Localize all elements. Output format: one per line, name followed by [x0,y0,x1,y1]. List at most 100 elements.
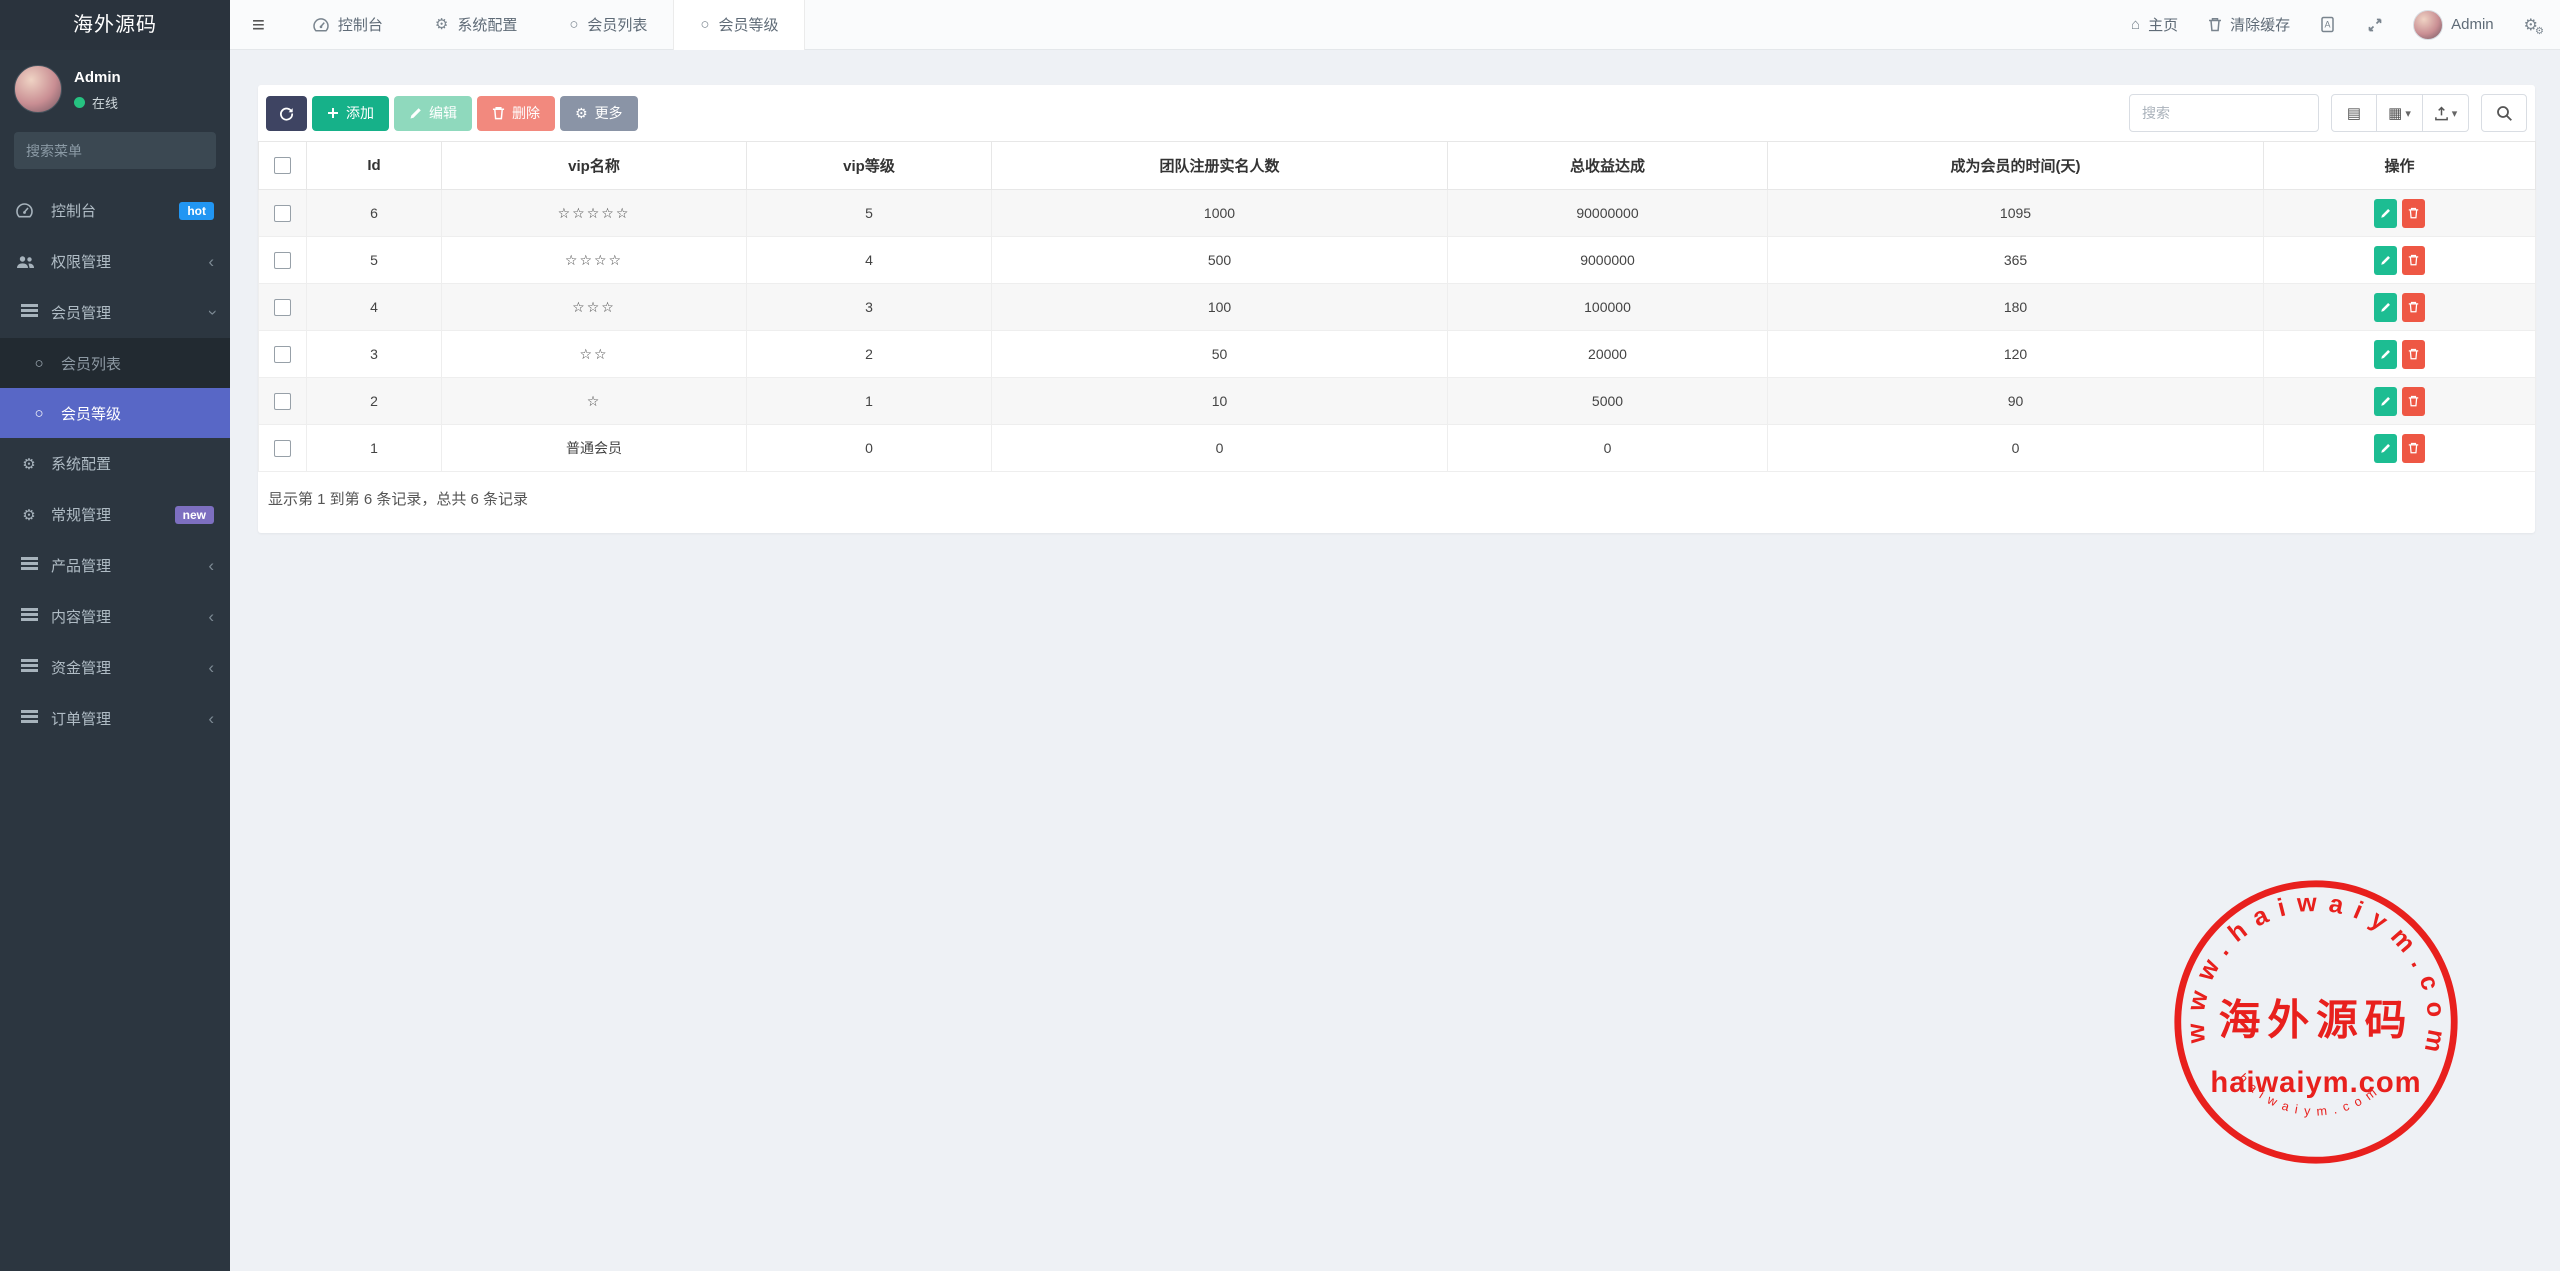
sidebar-item-members[interactable]: 会员管理 ‹ [0,287,230,338]
sidebar-item-permissions[interactable]: 权限管理 ‹ [0,236,230,287]
member-levels-table: Id vip名称 vip等级 团队注册实名人数 总收益达成 成为会员的时间(天)… [258,141,2536,472]
sidebar-item-dashboard[interactable]: 控制台 hot [0,185,230,236]
row-checkbox[interactable] [274,205,291,222]
sidebar-item-label: 资金管理 [51,657,111,678]
header-checkbox-cell [259,142,307,190]
tab-member-levels[interactable]: ○ 会员等级 [673,0,805,50]
trash-icon [2408,254,2419,266]
table-row: 1 普通会员 0 0 0 0 [259,425,2536,472]
pencil-icon [2380,349,2391,360]
sidebar-item-member-levels[interactable]: ○ 会员等级 [0,388,230,438]
row-delete-button[interactable] [2402,199,2425,228]
row-delete-button[interactable] [2402,434,2425,463]
row-checkbox[interactable] [274,299,291,316]
tab-label: 系统配置 [457,14,517,35]
search-submit-button[interactable] [2481,94,2527,132]
sidebar-item-label: 权限管理 [51,251,111,272]
row-checkbox[interactable] [274,393,291,410]
add-button[interactable]: 添加 [312,96,389,131]
sidebar-item-label: 会员等级 [61,403,121,424]
row-delete-button[interactable] [2402,387,2425,416]
hamburger-icon[interactable]: ≡ [230,12,287,38]
edit-button[interactable]: 编辑 [394,96,472,131]
svg-text:A: A [2325,20,2331,30]
sidebar: 海外源码 Admin 在线 控制台 h [0,0,230,1271]
column-header: vip名称 [442,142,747,190]
row-edit-button[interactable] [2374,199,2397,228]
user-menu[interactable]: Admin [2413,10,2494,40]
gear-icon: ⚙ [16,455,42,473]
fullscreen-icon[interactable] [2367,17,2383,33]
user-name: Admin [74,69,121,86]
column-header: 总收益达成 [1448,142,1768,190]
pagination-summary: 显示第 1 到第 6 条记录，总共 6 条记录 [258,472,2535,511]
column-header: Id [307,142,442,190]
refresh-button[interactable] [266,96,307,131]
sidebar-item-products[interactable]: 产品管理 ‹ [0,540,230,591]
row-checkbox[interactable] [274,346,291,363]
chevron-left-icon: ‹ [208,253,214,270]
circle-icon: ○ [569,17,578,32]
export-button[interactable]: ▾ [2423,94,2469,132]
row-edit-button[interactable] [2374,340,2397,369]
translate-icon[interactable]: A [2320,16,2337,33]
user-status: 在线 [74,93,121,112]
sidebar-item-system-config[interactable]: ⚙ 系统配置 [0,438,230,489]
row-delete-button[interactable] [2402,293,2425,322]
search-icon [2496,105,2513,122]
sidebar-item-label: 系统配置 [51,453,111,474]
sidebar-item-funds[interactable]: 资金管理 ‹ [0,642,230,693]
trash-icon [2408,395,2419,407]
paging-toggle-button[interactable]: ▤ [2331,94,2377,132]
table-row: 5 ☆☆☆☆ 4 500 9000000 365 [259,237,2536,284]
delete-button[interactable]: 删除 [477,96,555,131]
row-delete-button[interactable] [2402,246,2425,275]
sidebar-item-member-list[interactable]: ○ 会员列表 [0,338,230,388]
plus-icon [327,107,339,119]
tachometer-icon [16,203,42,218]
row-delete-button[interactable] [2402,340,2425,369]
table-search-input[interactable] [2129,94,2319,132]
trash-icon [2408,207,2419,219]
tachometer-icon [313,18,329,32]
gear-icon: ⚙ [575,105,588,122]
tab-system-config[interactable]: ⚙ 系统配置 [409,0,543,50]
circle-icon: ○ [26,405,52,422]
list-icon [16,304,42,321]
clear-cache-link[interactable]: 清除缓存 [2208,14,2290,35]
row-checkbox[interactable] [274,252,291,269]
tab-label: 会员列表 [587,14,647,35]
trash-icon [2408,301,2419,313]
columns-button[interactable]: ▦ ▾ [2377,94,2423,132]
select-all-checkbox[interactable] [274,157,291,174]
tab-dashboard[interactable]: 控制台 [287,0,409,50]
tab-member-list[interactable]: ○ 会员列表 [543,0,673,50]
sidebar-search-input[interactable] [26,143,207,159]
chevron-left-icon: ‹ [208,557,214,574]
row-edit-button[interactable] [2374,246,2397,275]
more-button[interactable]: ⚙ 更多 [560,96,638,131]
member-levels-panel: 添加 编辑 删除 ⚙ 更多 [258,85,2535,533]
sidebar-search [14,132,216,169]
refresh-icon [279,106,294,121]
row-checkbox[interactable] [274,440,291,457]
sidebar-item-label: 订单管理 [51,708,111,729]
home-link[interactable]: ⌂ 主页 [2131,14,2178,35]
table-row: 6 ☆☆☆☆☆ 5 1000 90000000 1095 [259,190,2536,237]
settings-gears-icon[interactable]: ⚙ ⚙ [2524,15,2538,35]
sidebar-item-general-mgmt[interactable]: ⚙ 常规管理 new [0,489,230,540]
row-edit-button[interactable] [2374,387,2397,416]
sidebar-item-label: 常规管理 [51,504,111,525]
user-status-label: 在线 [92,93,118,112]
table-row: 3 ☆☆ 2 50 20000 120 [259,331,2536,378]
sidebar-item-orders[interactable]: 订单管理 ‹ [0,693,230,744]
column-header: 操作 [2264,142,2536,190]
home-icon: ⌂ [2131,16,2140,33]
clear-cache-label: 清除缓存 [2230,14,2290,35]
navbar-user-name: Admin [2451,16,2494,33]
row-edit-button[interactable] [2374,293,2397,322]
trash-icon [2408,442,2419,454]
avatar [14,65,62,113]
row-edit-button[interactable] [2374,434,2397,463]
sidebar-item-contents[interactable]: 内容管理 ‹ [0,591,230,642]
